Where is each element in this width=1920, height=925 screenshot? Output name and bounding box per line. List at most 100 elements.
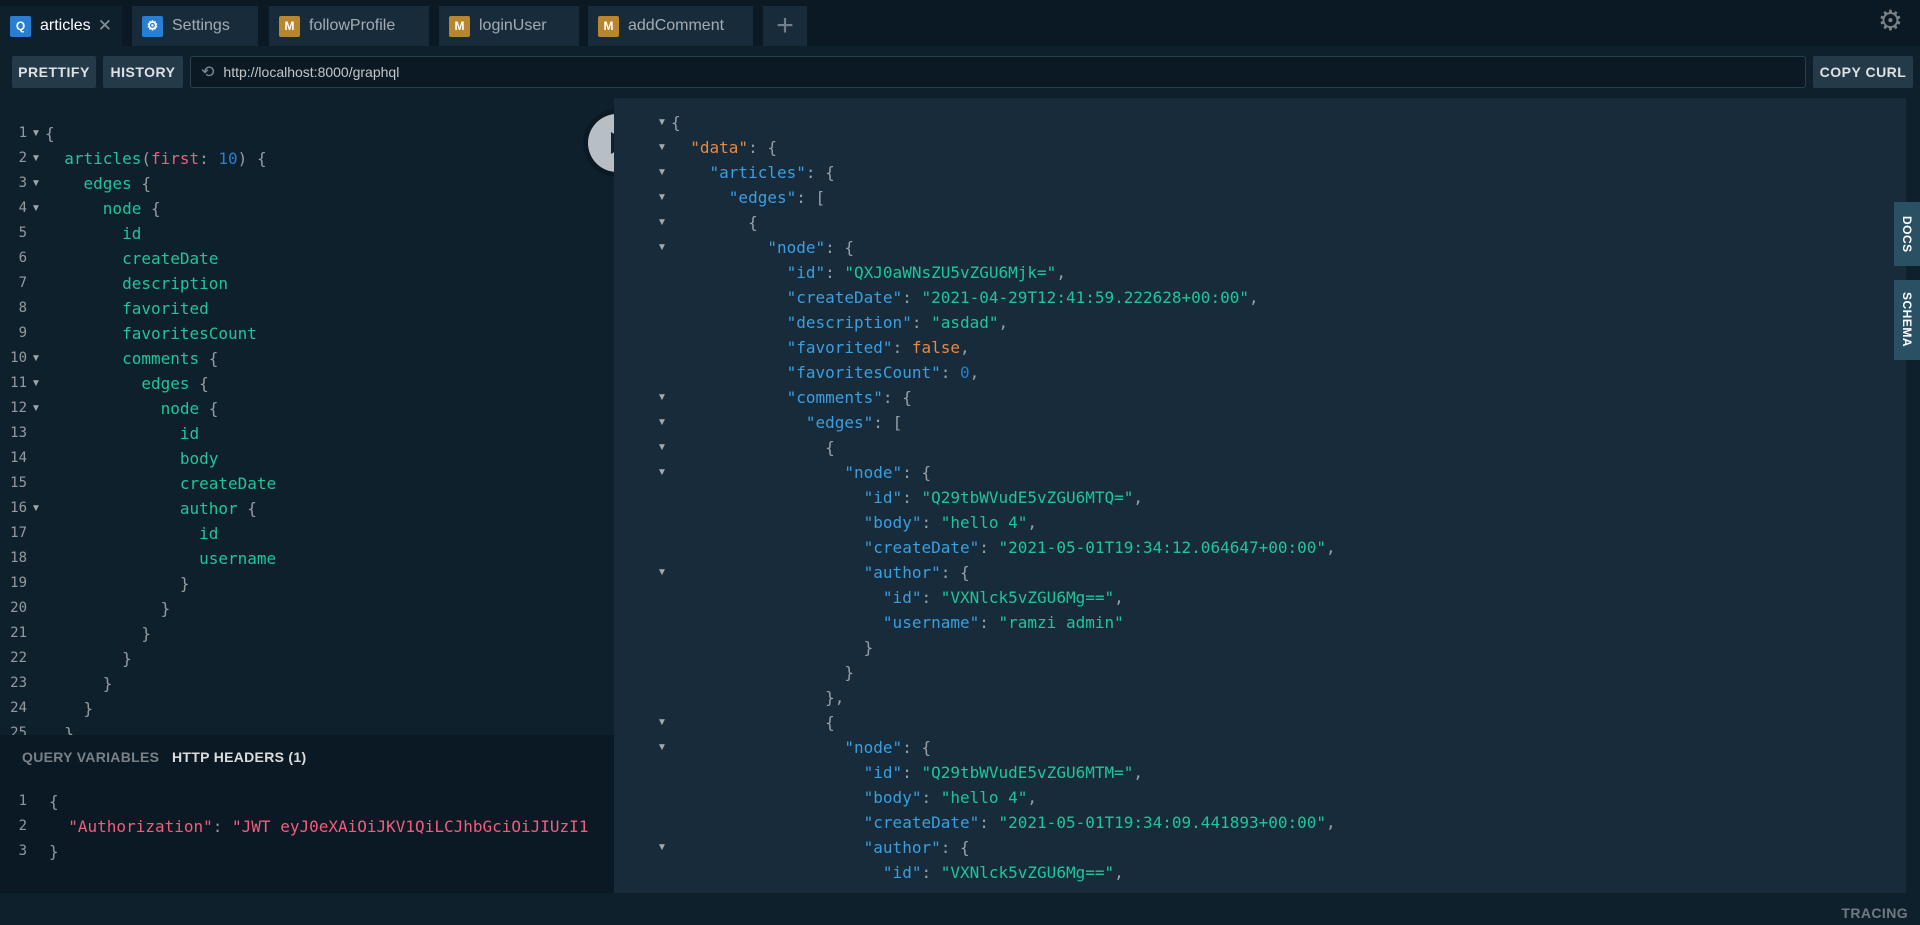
query-line: } — [64, 724, 74, 735]
query-line: description — [122, 274, 229, 293]
line-number: 17 — [10, 525, 27, 541]
query-line: articles(first: 10) { — [64, 149, 267, 168]
docs-tab[interactable]: DOCS — [1894, 202, 1920, 266]
add-tab-button[interactable]: + — [763, 6, 807, 46]
gear-icon[interactable]: ⚙ — [1878, 4, 1903, 37]
tab-label: loginUser — [479, 17, 547, 34]
fold-arrow-icon[interactable]: ▼ — [657, 192, 667, 203]
query-line: } — [122, 649, 132, 668]
query-line: } — [160, 599, 171, 618]
query-line: node { — [102, 199, 161, 218]
tab-loginuser[interactable]: M loginUser — [439, 6, 579, 46]
line-number: 16 — [10, 500, 27, 516]
fold-arrow-icon[interactable]: ▼ — [657, 117, 667, 128]
fold-arrow-icon[interactable]: ▼ — [657, 567, 667, 578]
result-line: "id": "QXJ0aWNsZU5vZGU6Mjk=", — [786, 263, 1066, 282]
result-viewer[interactable]: ▼ {▼ "data": {▼ "articles": {▼ "edges": [… — [614, 98, 1906, 893]
fold-arrow-icon[interactable]: ▼ — [31, 203, 41, 214]
query-line: { — [45, 124, 55, 143]
query-line: node { — [160, 399, 219, 418]
line-number: 6 — [18, 250, 27, 266]
line-number: 19 — [10, 575, 27, 591]
result-line: } — [671, 638, 874, 657]
line-number: 18 — [10, 550, 27, 566]
line-number: 10 — [10, 350, 27, 366]
query-line: createDate — [179, 474, 277, 493]
mutation-badge-icon: M — [279, 15, 300, 37]
history-button[interactable]: HISTORY — [103, 56, 183, 88]
fold-arrow-icon[interactable]: ▼ — [657, 142, 667, 153]
close-icon[interactable]: ✕ — [98, 16, 112, 36]
mutation-badge-icon: M — [449, 15, 470, 37]
line-number: 14 — [10, 450, 27, 466]
tab-followprofile[interactable]: M followProfile — [269, 6, 429, 46]
fold-arrow-icon[interactable]: ▼ — [657, 242, 667, 253]
line-number: 15 — [10, 475, 27, 491]
reload-icon[interactable]: ⟲ — [201, 62, 214, 82]
fold-arrow-icon[interactable]: ▼ — [31, 153, 41, 164]
result-line: "id": "Q29tbWVudE5vZGU6MTM=", — [863, 763, 1144, 782]
fold-arrow-icon[interactable]: ▼ — [657, 442, 667, 453]
line-number: 3 — [18, 175, 27, 191]
mutation-badge-icon: M — [598, 15, 619, 37]
fold-arrow-icon[interactable]: ▼ — [657, 742, 667, 753]
line-number: 25 — [10, 725, 27, 735]
fold-arrow-icon[interactable]: ▼ — [657, 717, 667, 728]
tab-settings[interactable]: ⚙ Settings — [132, 6, 258, 46]
result-line: "author": { — [863, 838, 970, 857]
tab-addcomment[interactable]: M addComment — [588, 6, 753, 46]
tab-articles[interactable]: Q articles ✕ — [0, 6, 122, 46]
result-line: "id": "VXNlck5vZGU6Mg==", — [882, 588, 1124, 607]
query-line: favoritesCount — [122, 324, 257, 343]
fold-arrow-icon[interactable]: ▼ — [657, 842, 667, 853]
tab-label: addComment — [628, 17, 725, 34]
query-line: edges { — [141, 374, 209, 393]
line-number: 2 — [18, 150, 27, 166]
query-line: createDate — [122, 249, 219, 268]
result-line: "createDate": "2021-05-01T19:34:09.44189… — [863, 813, 1336, 832]
fold-arrow-icon[interactable]: ▼ — [31, 353, 41, 364]
result-line: "comments": { — [786, 388, 912, 407]
tab-http-headers[interactable]: HTTP HEADERS (1) — [172, 749, 306, 765]
tracing-label[interactable]: TRACING — [1841, 905, 1908, 921]
fold-arrow-icon[interactable]: ▼ — [657, 217, 667, 228]
fold-arrow-icon[interactable]: ▼ — [657, 467, 667, 478]
toolbar: PRETTIFY HISTORY ⟲ http://localhost:8000… — [0, 46, 1920, 98]
tab-bar: Q articles ✕ ⚙ Settings M followProfile … — [0, 0, 1920, 46]
plus-icon: + — [776, 9, 794, 42]
endpoint-url-bar[interactable]: ⟲ http://localhost:8000/graphql — [190, 56, 1806, 88]
line-number: 21 — [10, 625, 27, 641]
tab-query-variables[interactable]: QUERY VARIABLES — [22, 749, 159, 765]
line-number: 24 — [10, 700, 27, 716]
tab-label: followProfile — [309, 17, 396, 34]
fold-arrow-icon[interactable]: ▼ — [31, 403, 41, 414]
fold-arrow-icon[interactable]: ▼ — [31, 178, 41, 189]
query-line: } — [179, 574, 190, 593]
query-editor[interactable]: 1 ▼{2 ▼ articles(first: 10) {3 ▼ edges {4 ▼ … — [0, 98, 614, 735]
query-line: body — [179, 449, 219, 468]
prettify-button[interactable]: PRETTIFY — [12, 56, 96, 88]
query-line: } — [141, 624, 151, 643]
line-number: 7 — [18, 275, 27, 291]
result-line: "node": { — [767, 238, 855, 257]
query-line: edges { — [83, 174, 151, 193]
query-line: id — [122, 224, 142, 243]
fold-arrow-icon[interactable]: ▼ — [31, 128, 41, 139]
schema-tab[interactable]: SCHEMA — [1894, 280, 1920, 360]
result-line: "id": "VXNlck5vZGU6Mg==", — [882, 863, 1124, 882]
fold-arrow-icon[interactable]: ▼ — [657, 392, 667, 403]
result-line: { — [671, 113, 681, 132]
fold-arrow-icon[interactable]: ▼ — [657, 417, 667, 428]
result-line: "favoritesCount": 0, — [786, 363, 980, 382]
query-line: } — [83, 699, 94, 718]
fold-arrow-icon[interactable]: ▼ — [31, 503, 41, 514]
result-line: "body": "hello 4", — [863, 788, 1038, 807]
query-line: id — [179, 424, 200, 443]
copy-curl-button[interactable]: COPY CURL — [1813, 56, 1913, 88]
result-line: "createDate": "2021-04-29T12:41:59.22262… — [786, 288, 1259, 307]
result-line: "author": { — [863, 563, 970, 582]
line-number: 22 — [10, 650, 27, 666]
line-number: 23 — [10, 675, 27, 691]
fold-arrow-icon[interactable]: ▼ — [657, 167, 667, 178]
fold-arrow-icon[interactable]: ▼ — [31, 378, 41, 389]
